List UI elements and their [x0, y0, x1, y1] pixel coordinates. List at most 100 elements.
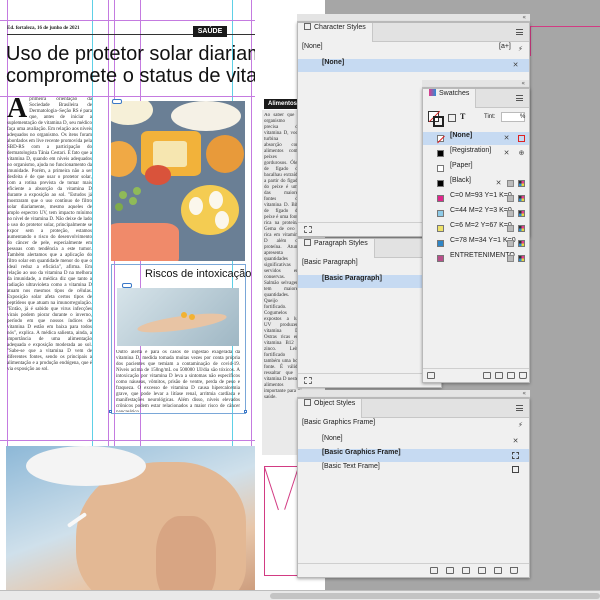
not-editable-icon: ✕	[503, 149, 510, 157]
graphics-frame-icon	[512, 452, 519, 459]
panel-menu-icon[interactable]	[516, 405, 523, 411]
swatch-chip	[437, 195, 444, 202]
process-type-icon	[507, 180, 514, 187]
current-style-indicator: [Basic Paragraph]	[302, 259, 358, 266]
box-text[interactable]: Outro alerta é para os casos de ingestão…	[116, 350, 240, 412]
article-text-column[interactable]: A primeira orientação da Sociedade Brasi…	[7, 97, 92, 437]
paragraph-styles-tab-bar: Paragraph Styles	[298, 239, 441, 258]
swatch-chip	[437, 210, 444, 217]
formatting-container-icon[interactable]	[448, 114, 456, 122]
style-row-none[interactable]: [None] ✕	[298, 59, 529, 72]
not-editable-icon: ✕	[512, 437, 519, 445]
panel-footer	[423, 368, 529, 382]
swatches-panel[interactable]: Swatches T Tint: % [None] ✕ [Registratio…	[422, 88, 530, 383]
swatch-row-paper[interactable]: [Paper]	[423, 162, 529, 175]
food-photo[interactable]	[111, 101, 245, 261]
swatch-controls: T Tint: %	[427, 110, 527, 131]
swatch-row-magenta[interactable]: C=0 M=93 Y=1 K=0	[423, 192, 529, 205]
empty-graphics-frame[interactable]	[264, 466, 298, 576]
swatch-views-icon[interactable]	[427, 372, 435, 379]
process-type-icon	[507, 195, 514, 202]
panel-footer	[298, 563, 529, 577]
swatches-icon	[429, 89, 436, 96]
sidebar-text[interactable]: Ao saber que o organismo precisa de vita…	[264, 113, 300, 451]
swatches-tab-bar: Swatches	[423, 89, 529, 108]
paragraph-styles-panel[interactable]: Paragraph Styles [Basic Paragraph] [Basi…	[297, 238, 442, 388]
link-badge-icon[interactable]	[122, 283, 132, 288]
swatch-row-none[interactable]: [None] ✕	[423, 132, 529, 145]
cmyk-mode-icon	[518, 255, 525, 262]
cmyk-mode-icon	[518, 240, 525, 247]
cmyk-mode-icon	[518, 210, 525, 217]
panel-footer	[298, 373, 441, 387]
trash-icon[interactable]	[510, 567, 518, 574]
stroke-swatch[interactable]	[433, 116, 444, 127]
swatch-row-entretenimento[interactable]: ENTRETENIMENTO	[423, 252, 529, 265]
process-type-icon	[507, 240, 514, 247]
swatch-row-blue[interactable]: C=78 M=34 Y=1 K=0	[423, 237, 529, 250]
process-type-icon	[507, 255, 514, 262]
panel-menu-icon[interactable]	[516, 95, 523, 101]
horizontal-scrollbar[interactable]	[0, 590, 600, 600]
style-folder-icon[interactable]	[304, 226, 312, 233]
not-editable-icon: ✕	[503, 134, 510, 142]
cmyk-mode-icon	[518, 225, 525, 232]
drop-cap: A	[7, 97, 28, 124]
object-styles-tab-bar: Object Styles	[298, 399, 529, 418]
new-style-icon[interactable]	[494, 567, 502, 574]
object-style-icon	[304, 399, 311, 406]
style-row-none[interactable]: [None] ✕	[298, 435, 529, 448]
style-row-basic-text-frame[interactable]: [Basic Text Frame]	[298, 463, 529, 476]
cmyk-mode-icon	[518, 180, 525, 187]
lightning-icon[interactable]: ⚡	[517, 422, 524, 429]
tab-paragraph-styles[interactable]: Paragraph Styles	[298, 239, 375, 258]
style-row-basic-paragraph[interactable]: [Basic Paragraph]	[298, 275, 441, 288]
tab-character-styles[interactable]: Character Styles	[298, 23, 373, 42]
clear-non-defined-icon[interactable]	[462, 567, 470, 574]
panel-dock-bar[interactable]: «	[297, 14, 530, 22]
process-type-icon	[507, 210, 514, 217]
cmyk-mode-icon	[518, 195, 525, 202]
frame-handle[interactable]	[109, 410, 112, 413]
panel-menu-icon[interactable]	[516, 29, 523, 35]
new-color-group-icon[interactable]	[483, 372, 491, 379]
sunscreen-woman-photo[interactable]	[6, 446, 256, 600]
frame-handle[interactable]	[244, 410, 247, 413]
swatch-chip	[437, 135, 445, 144]
scrollbar-thumb[interactable]	[270, 593, 600, 599]
swatch-row-cyan[interactable]: C=44 M=2 Y=3 K=0	[423, 207, 529, 220]
new-style-group-icon[interactable]	[478, 567, 486, 574]
swatch-row-yellow[interactable]: C=6 M=2 Y=67 K=0	[423, 222, 529, 235]
swatch-chip	[437, 240, 444, 247]
new-swatch-icon[interactable]	[507, 372, 515, 379]
swatch-row-black[interactable]: [Black] ✕	[423, 177, 529, 190]
character-style-icon	[304, 23, 311, 30]
new-style-badge[interactable]: [a+]	[499, 43, 511, 50]
panel-dock-bar[interactable]: «	[297, 390, 530, 398]
formatting-text-icon[interactable]: T	[460, 112, 465, 121]
indesign-workspace: Ed. fortaleza, 16 de junho de 2021 SAÚDE…	[0, 0, 600, 600]
object-styles-panel[interactable]: Object Styles [Basic Graphics Frame] ⚡ […	[297, 398, 530, 578]
swatch-chip	[437, 255, 444, 262]
link-badge-icon[interactable]	[112, 99, 122, 104]
hand-pills-photo[interactable]	[117, 288, 239, 346]
current-style-indicator: [None] [a+] ⚡	[302, 43, 524, 53]
dateline: Ed. fortaleza, 16 de junho de 2021	[7, 26, 80, 31]
style-folder-icon[interactable]	[304, 377, 312, 384]
collapse-icon[interactable]: «	[522, 390, 526, 398]
collapse-icon[interactable]: «	[521, 80, 525, 88]
box-title: Riscos de intoxicação	[145, 268, 252, 280]
tab-object-styles[interactable]: Object Styles	[298, 399, 363, 418]
swatch-options-icon[interactable]	[495, 372, 503, 379]
trash-icon[interactable]	[519, 372, 527, 379]
style-folder-icon[interactable]	[430, 567, 438, 574]
swatch-row-registration[interactable]: [Registration] ✕ ⊕	[423, 147, 529, 160]
collapse-icon[interactable]: «	[522, 14, 526, 22]
panel-dock-bar[interactable]: «	[422, 80, 529, 88]
swatch-chip	[437, 180, 444, 187]
lightning-icon[interactable]: ⚡	[517, 46, 524, 53]
clear-overrides-icon[interactable]	[446, 567, 454, 574]
style-row-basic-graphics-frame[interactable]: [Basic Graphics Frame]	[298, 449, 529, 462]
not-editable-icon: ✕	[495, 179, 502, 187]
tab-swatches[interactable]: Swatches	[423, 89, 477, 108]
